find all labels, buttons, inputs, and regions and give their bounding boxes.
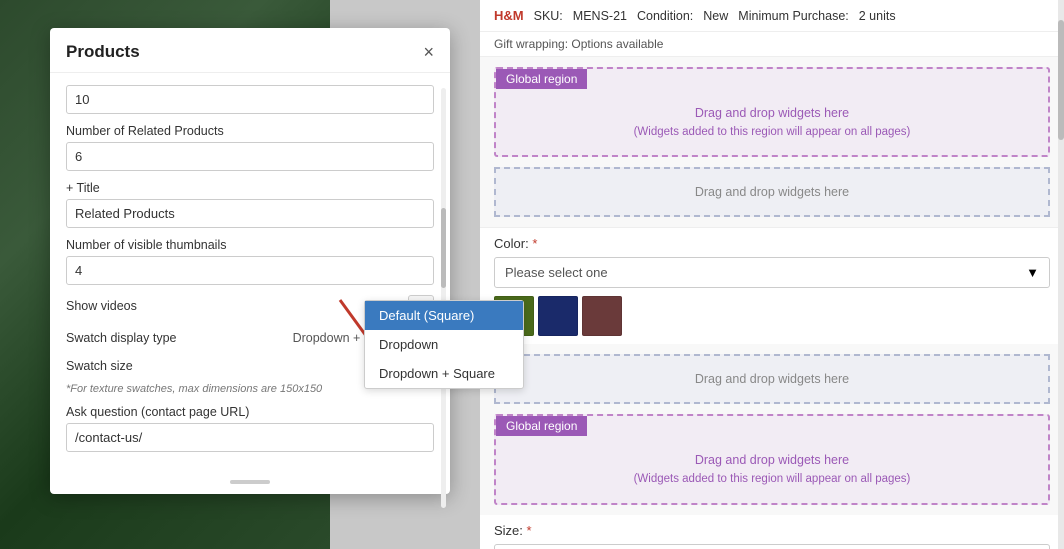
condition-value: New xyxy=(703,9,728,23)
show-videos-label: Show videos xyxy=(66,299,137,313)
color-required-star: * xyxy=(532,236,537,251)
ask-question-group: Ask question (contact page URL) xyxy=(66,405,434,452)
sku-label: SKU: xyxy=(534,9,563,23)
visible-thumbnails-label: Number of visible thumbnails xyxy=(66,238,434,252)
panel-scrollbar-thumb xyxy=(441,208,446,288)
visible-thumbnails-input[interactable] xyxy=(66,256,434,285)
drag-drop-plain-2[interactable]: Drag and drop widgets here xyxy=(494,354,1050,404)
panel-body: Number of Related Products + Title Numbe… xyxy=(50,73,450,474)
drag-drop-text-2: Drag and drop widgets here xyxy=(510,450,1034,470)
drag-handle[interactable] xyxy=(230,480,270,484)
close-button[interactable]: × xyxy=(423,43,434,61)
size-label: Size: * xyxy=(494,523,1050,538)
title-group: + Title xyxy=(66,181,434,228)
color-swatches xyxy=(494,296,1050,336)
panel-scrollbar[interactable] xyxy=(441,88,446,508)
drag-drop-plain-1[interactable]: Drag and drop widgets here xyxy=(494,167,1050,217)
panel-footer xyxy=(50,474,450,494)
right-scrollbar-thumb xyxy=(1058,20,1064,140)
products-panel: Products × Number of Related Products + … xyxy=(50,28,450,494)
title-label: + Title xyxy=(66,181,434,195)
global-region-2: Global region Drag and drop widgets here… xyxy=(494,414,1050,504)
swatch-type-dropdown: Default (Square) Dropdown Dropdown + Squ… xyxy=(364,300,524,389)
global-region-1: Global region Drag and drop widgets here… xyxy=(494,67,1050,157)
title-input[interactable] xyxy=(66,199,434,228)
dropdown-item-dropdown[interactable]: Dropdown xyxy=(365,330,523,359)
min-purchase-label: Minimum Purchase: xyxy=(738,9,848,23)
dropdown-item-default-square[interactable]: Default (Square) xyxy=(365,301,523,330)
size-input-row[interactable]: Choose Options... ▼ xyxy=(494,544,1050,549)
num-related-input[interactable] xyxy=(66,142,434,171)
num-related-group: Number of Related Products xyxy=(66,124,434,171)
swatch-navy[interactable] xyxy=(538,296,578,336)
color-dropdown-chevron: ▼ xyxy=(1026,265,1039,280)
brand-name[interactable]: H&M xyxy=(494,8,524,23)
num-related-label: Number of Related Products xyxy=(66,124,434,138)
gift-wrapping-bar: Gift wrapping: Options available xyxy=(480,32,1064,57)
right-panel: H&M SKU: MENS-21 Condition: New Minimum … xyxy=(480,0,1064,549)
drag-drop-subtext-1: (Widgets added to this region will appea… xyxy=(510,123,1034,141)
gift-wrapping-text: Gift wrapping: Options available xyxy=(494,37,663,51)
dropdown-item-dropdown-square[interactable]: Dropdown + Square xyxy=(365,359,523,388)
related-count-group xyxy=(66,85,434,114)
color-label: Color: * xyxy=(494,236,1050,251)
drag-drop-subtext-2: (Widgets added to this region will appea… xyxy=(510,470,1034,488)
related-count-input[interactable] xyxy=(66,85,434,114)
panel-title: Products xyxy=(66,42,140,62)
size-section: Size: * Choose Options... ▼ xyxy=(480,515,1064,549)
drag-drop-plain-text-1: Drag and drop widgets here xyxy=(695,185,849,199)
color-section: Color: * Please select one ▼ xyxy=(480,227,1064,344)
global-region-label-2: Global region xyxy=(496,416,587,436)
drag-drop-text-1: Drag and drop widgets here xyxy=(510,103,1034,123)
product-info-bar: H&M SKU: MENS-21 Condition: New Minimum … xyxy=(480,0,1064,32)
texture-note-text: *For texture swatches, max dimensions ar… xyxy=(66,383,322,395)
size-required-star: * xyxy=(527,523,532,538)
ask-question-input[interactable] xyxy=(66,423,434,452)
sku-value: MENS-21 xyxy=(573,9,627,23)
swatch-display-label: Swatch display type xyxy=(66,331,176,345)
drag-drop-area-1[interactable]: Drag and drop widgets here (Widgets adde… xyxy=(496,89,1048,155)
color-select-placeholder: Please select one xyxy=(505,265,608,280)
right-scrollbar[interactable] xyxy=(1058,0,1064,549)
color-select-row[interactable]: Please select one ▼ xyxy=(494,257,1050,288)
ask-question-label: Ask question (contact page URL) xyxy=(66,405,434,419)
panel-header: Products × xyxy=(50,28,450,73)
swatch-size-label: Swatch size xyxy=(66,359,133,373)
drag-drop-plain-text-2: Drag and drop widgets here xyxy=(695,372,849,386)
condition-label: Condition: xyxy=(637,9,693,23)
drag-drop-area-2[interactable]: Drag and drop widgets here (Widgets adde… xyxy=(496,436,1048,502)
visible-thumbnails-group: Number of visible thumbnails xyxy=(66,238,434,285)
global-region-label-1: Global region xyxy=(496,69,587,89)
swatch-burgundy[interactable] xyxy=(582,296,622,336)
min-purchase-value: 2 units xyxy=(859,9,896,23)
